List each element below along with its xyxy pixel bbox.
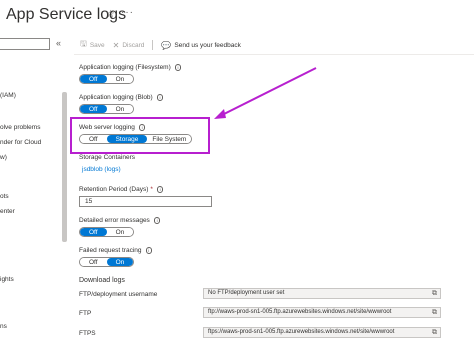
option-on[interactable]: On — [106, 228, 134, 236]
sidebar-item-center[interactable]: enter — [0, 208, 15, 215]
toolbar-divider — [152, 40, 154, 50]
copy-icon[interactable]: ⧉ — [432, 290, 437, 298]
option-off[interactable]: Off — [80, 75, 107, 83]
command-bar: 🖫 Save ✕ Discard 💬 Send us your feedback — [80, 38, 249, 52]
info-icon[interactable]: i — [156, 186, 164, 193]
copy-icon[interactable]: ⧉ — [432, 309, 437, 317]
ftps-field[interactable]: ftps://waws-prod-sn1-005.ftp.azurewebsit… — [203, 327, 441, 338]
save-icon: 🖫 — [80, 39, 87, 48]
download-logs-heading: Download logs — [79, 277, 125, 284]
info-icon[interactable]: i — [156, 94, 164, 101]
web-server-logging-label: Web server logging i — [79, 124, 146, 131]
close-icon: ✕ — [112, 40, 120, 50]
feedback-icon: 💬 — [161, 40, 172, 50]
copy-icon[interactable]: ⧉ — [432, 329, 437, 337]
option-off[interactable]: Off — [80, 105, 107, 113]
toolbar-divider-line — [74, 54, 474, 55]
ftps-label: FTPS — [79, 330, 96, 337]
ftp-username-field[interactable]: No FTP/deployment user set ⧉ — [203, 288, 441, 299]
storage-containers-label: Storage Containers — [79, 154, 136, 161]
app-logging-fs-label: Application logging (Filesystem) i — [79, 64, 182, 71]
failed-request-toggle[interactable]: Off On — [79, 257, 135, 267]
sidebar-search-input[interactable] — [0, 38, 50, 50]
save-button[interactable]: 🖫 Save — [80, 38, 105, 52]
web-server-logging-toggle[interactable]: Off Storage File System — [79, 134, 193, 144]
info-icon[interactable]: i — [138, 124, 146, 131]
option-off[interactable]: Off — [80, 228, 107, 236]
required-marker: * — [150, 186, 153, 193]
collapse-icon[interactable]: « — [56, 38, 61, 48]
option-on[interactable]: On — [106, 258, 134, 266]
retention-label: Retention Period (Days) * i — [79, 186, 164, 193]
option-off[interactable]: Off — [80, 135, 107, 143]
ftp-field[interactable]: ftp://waws-prod-sn1-005.ftp.azurewebsite… — [203, 307, 441, 318]
sidebar-scrollbar[interactable] — [62, 92, 67, 242]
info-icon[interactable]: i — [153, 217, 161, 224]
detailed-errors-toggle[interactable]: Off On — [79, 227, 135, 237]
info-icon[interactable]: i — [145, 247, 153, 254]
storage-container-link[interactable]: jsdblob (logs) — [82, 166, 121, 173]
option-file-system[interactable]: File System — [147, 135, 192, 143]
sidebar-item-ns[interactable]: ns — [0, 323, 7, 330]
option-off[interactable]: Off — [80, 258, 107, 266]
sidebar-item-snapshots[interactable]: ots — [0, 193, 9, 200]
info-icon[interactable]: i — [174, 64, 182, 71]
discard-button[interactable]: ✕ Discard — [113, 41, 145, 50]
sidebar-item-diagnose[interactable]: olve problems — [0, 124, 40, 131]
sidebar-item-iam[interactable]: (IAM) — [0, 92, 16, 99]
option-on[interactable]: On — [106, 75, 134, 83]
sidebar-item-preview[interactable]: w) — [0, 154, 7, 161]
retention-input[interactable]: 15 — [79, 196, 212, 207]
star-icon[interactable]: ☆ — [106, 9, 115, 20]
option-on[interactable]: On — [106, 105, 134, 113]
feedback-button[interactable]: 💬 Send us your feedback — [161, 41, 240, 50]
sidebar-item-insights[interactable]: ights — [0, 276, 14, 283]
option-storage[interactable]: Storage — [106, 135, 148, 143]
sidebar: « (IAM) olve problems nder for Cloud w) … — [0, 30, 68, 360]
failed-request-label: Failed request tracing i — [79, 247, 153, 254]
app-logging-blob-toggle[interactable]: Off On — [79, 104, 135, 114]
app-logging-fs-toggle[interactable]: Off On — [79, 74, 135, 84]
sidebar-item-defender[interactable]: nder for Cloud — [0, 139, 41, 146]
ellipsis-icon[interactable]: ··· — [121, 7, 134, 18]
ftp-label: FTP — [79, 310, 92, 317]
app-logging-blob-label: Application logging (Blob) i — [79, 94, 164, 101]
detailed-errors-label: Detailed error messages i — [79, 217, 161, 224]
ftp-username-label: FTP/deployment username — [79, 291, 158, 298]
